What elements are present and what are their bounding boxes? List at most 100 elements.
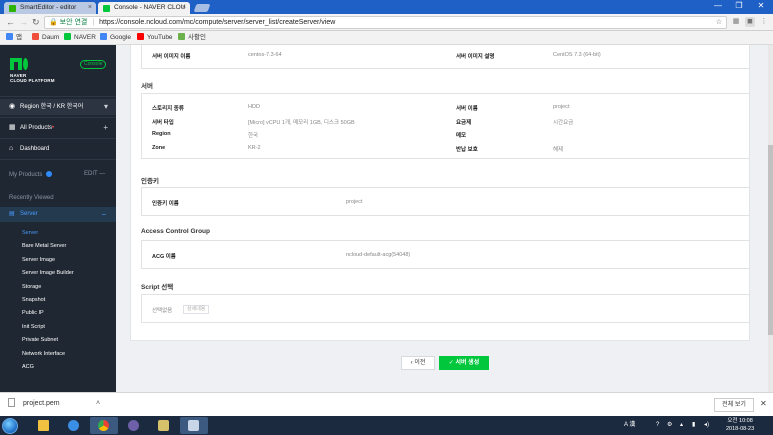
new-tab-button[interactable]	[193, 4, 211, 12]
all-products-menu[interactable]: ▦ All Products• +	[0, 120, 116, 136]
submenu-item-acg[interactable]: ACG	[0, 361, 116, 374]
ie-taskbar-button[interactable]	[60, 417, 88, 434]
media-taskbar-button[interactable]	[120, 417, 148, 434]
edit-link[interactable]: EDIT —	[84, 171, 105, 177]
secure-connection-label: 보안 연결	[59, 19, 88, 26]
extension-badge-icon[interactable]: ◼	[745, 17, 755, 27]
show-all-downloads-button[interactable]: 전체 보기	[714, 398, 754, 412]
server-type-value: [Micro] vCPU 1개, 메모리 1GB, 디스크 50GB	[248, 120, 355, 126]
bookmark-youtube[interactable]: YouTube	[137, 31, 173, 44]
bookmark-apps[interactable]: 앱	[6, 31, 22, 44]
extension-icon[interactable]: ▦	[731, 17, 741, 27]
explorer-taskbar-button[interactable]	[30, 417, 58, 434]
submenu-item-network-interface[interactable]: Network Interface	[0, 348, 116, 361]
app-taskbar-button[interactable]	[150, 417, 178, 434]
submenu-item-server-image[interactable]: Server Image	[0, 254, 116, 267]
minimize-window-button[interactable]: —	[708, 0, 728, 12]
url-text: https://console.ncloud.com/mc/compute/se…	[99, 19, 336, 26]
server-section-toggle[interactable]: ▤ Server −	[0, 207, 116, 222]
create-server-button[interactable]: ✓ 서버 생성	[439, 356, 489, 370]
submenu-item-public-ip[interactable]: Public IP	[0, 307, 116, 320]
start-button[interactable]	[2, 418, 18, 434]
close-download-bar-icon[interactable]: ✕	[760, 398, 767, 410]
menu-kebab-icon[interactable]: ⋮	[759, 17, 769, 27]
settings-tray-icon[interactable]: ⚙	[667, 419, 672, 432]
download-bar: project.pem ˄ 전체 보기 ✕	[0, 392, 773, 416]
divider	[0, 159, 116, 160]
forward-arrow-icon[interactable]: →	[19, 16, 28, 29]
submenu-item-init-script[interactable]: Init Script	[0, 321, 116, 334]
script-detail-chip[interactable]: 상세내용	[183, 305, 210, 314]
bookmark-daum[interactable]: Daum	[32, 31, 59, 44]
previous-button-label: 이전	[414, 360, 426, 366]
my-products-label: My Products	[9, 172, 43, 178]
tab-smarteditor[interactable]: SmartEditor - editor ×	[4, 2, 96, 14]
bookmark-naver[interactable]: NAVER	[64, 31, 96, 44]
bookmark-google[interactable]: Google	[100, 31, 131, 44]
acg-name-label: ACG 이름	[152, 254, 176, 260]
close-window-button[interactable]: ✕	[751, 0, 771, 12]
address-bar: ← → ↻ 🔒 보안 연결 | https://console.ncloud.c…	[0, 14, 773, 31]
bookmark-sahwalin[interactable]: 사활인	[178, 31, 206, 44]
submenu-item-private-subnet[interactable]: Private Subnet	[0, 334, 116, 347]
url-separator: |	[92, 19, 95, 26]
submenu-item-storage[interactable]: Storage	[0, 281, 116, 294]
server-name-label: 서버 이름	[456, 106, 478, 112]
memo-label: 메모	[456, 133, 467, 139]
acg-box: ACG 이름 ncloud-default-acg(54048)	[141, 240, 750, 269]
back-arrow-icon[interactable]: ←	[6, 16, 15, 29]
downloaded-file-item[interactable]: project.pem	[8, 398, 60, 410]
info-dot-icon	[46, 171, 53, 177]
main-content: 서버 이미지 이름 centos-7.3-64 서버 이미지 설명 CentOS…	[116, 45, 768, 392]
downloaded-file-name: project.pem	[23, 400, 60, 407]
storage-type-label: 스토리지 종류	[152, 106, 184, 112]
dashboard-menu[interactable]: ⌂ Dashboard	[0, 141, 116, 157]
previous-button[interactable]: ‹ 이전	[401, 356, 435, 370]
scrollbar-thumb[interactable]	[768, 145, 773, 335]
ime-indicator[interactable]: A 漢	[624, 419, 635, 432]
close-tab-icon[interactable]: ×	[182, 2, 186, 14]
grid-icon: ▦	[9, 124, 16, 131]
auth-key-name-value: project	[346, 199, 363, 205]
system-clock[interactable]: 오전 10:08 2018-08-23	[726, 417, 754, 433]
chrome-taskbar-button[interactable]	[90, 417, 118, 434]
show-hidden-icons-icon[interactable]: ▴	[680, 419, 683, 432]
region-label: Region 한국 / KR 한국어	[20, 104, 84, 110]
image-name-value: centos-7.3-64	[248, 52, 282, 58]
network-icon[interactable]: ▮	[692, 419, 695, 432]
page-scrollbar[interactable]	[768, 45, 773, 392]
close-tab-icon[interactable]: ×	[88, 2, 92, 14]
submenu-item-server[interactable]: Server	[0, 227, 116, 240]
url-input[interactable]: 🔒 보안 연결 | https://console.ncloud.com/mc/…	[44, 16, 727, 29]
clock-time: 오전 10:08	[727, 418, 753, 424]
dashboard-label: Dashboard	[20, 146, 50, 152]
script-section-title: Script 선택	[141, 284, 174, 291]
submenu-item-server-image-builder[interactable]: Server Image Builder	[0, 267, 116, 280]
bookmark-star-icon[interactable]: ☆	[716, 17, 722, 28]
chevron-up-icon[interactable]: ˄	[96, 398, 100, 410]
browser-tab-strip: SmartEditor - editor × Console - NAVER C…	[0, 0, 773, 14]
region-value: 한국	[248, 133, 259, 139]
globe-icon: ◉	[9, 103, 16, 110]
reload-icon[interactable]: ↻	[32, 16, 40, 29]
help-icon[interactable]: ?	[656, 419, 659, 432]
brand-line2: CLOUD PLATFORM	[10, 78, 55, 83]
server-submenu: Server Bare Metal Server Server Image Se…	[0, 227, 116, 374]
divider	[0, 138, 116, 139]
my-products-heading[interactable]: My Products	[9, 171, 53, 178]
submenu-item-snapshot[interactable]: Snapshot	[0, 294, 116, 307]
tab-console[interactable]: Console - NAVER CLOU ×	[98, 2, 190, 14]
ncloud-logo[interactable]: NAVER CLOUD PLATFORM	[10, 58, 55, 83]
acg-section-title: Access Control Group	[141, 228, 210, 235]
collapse-minus-icon: −	[101, 210, 106, 219]
submenu-item-bare-metal-server[interactable]: Bare Metal Server	[0, 240, 116, 253]
region-selector[interactable]: ◉ Region 한국 / KR 한국어 ▾	[0, 99, 116, 115]
bookmark-label: 앱	[16, 34, 22, 41]
maximize-window-button[interactable]: ❐	[729, 0, 749, 12]
zone-label: Zone	[152, 145, 166, 151]
server-icon: ▤	[9, 211, 15, 217]
paint-taskbar-button[interactable]	[180, 417, 208, 434]
volume-icon[interactable]: ◂)	[704, 419, 709, 432]
auth-key-name-label: 인증키 이름	[152, 201, 179, 207]
caret-down-icon: ▾	[103, 102, 108, 111]
